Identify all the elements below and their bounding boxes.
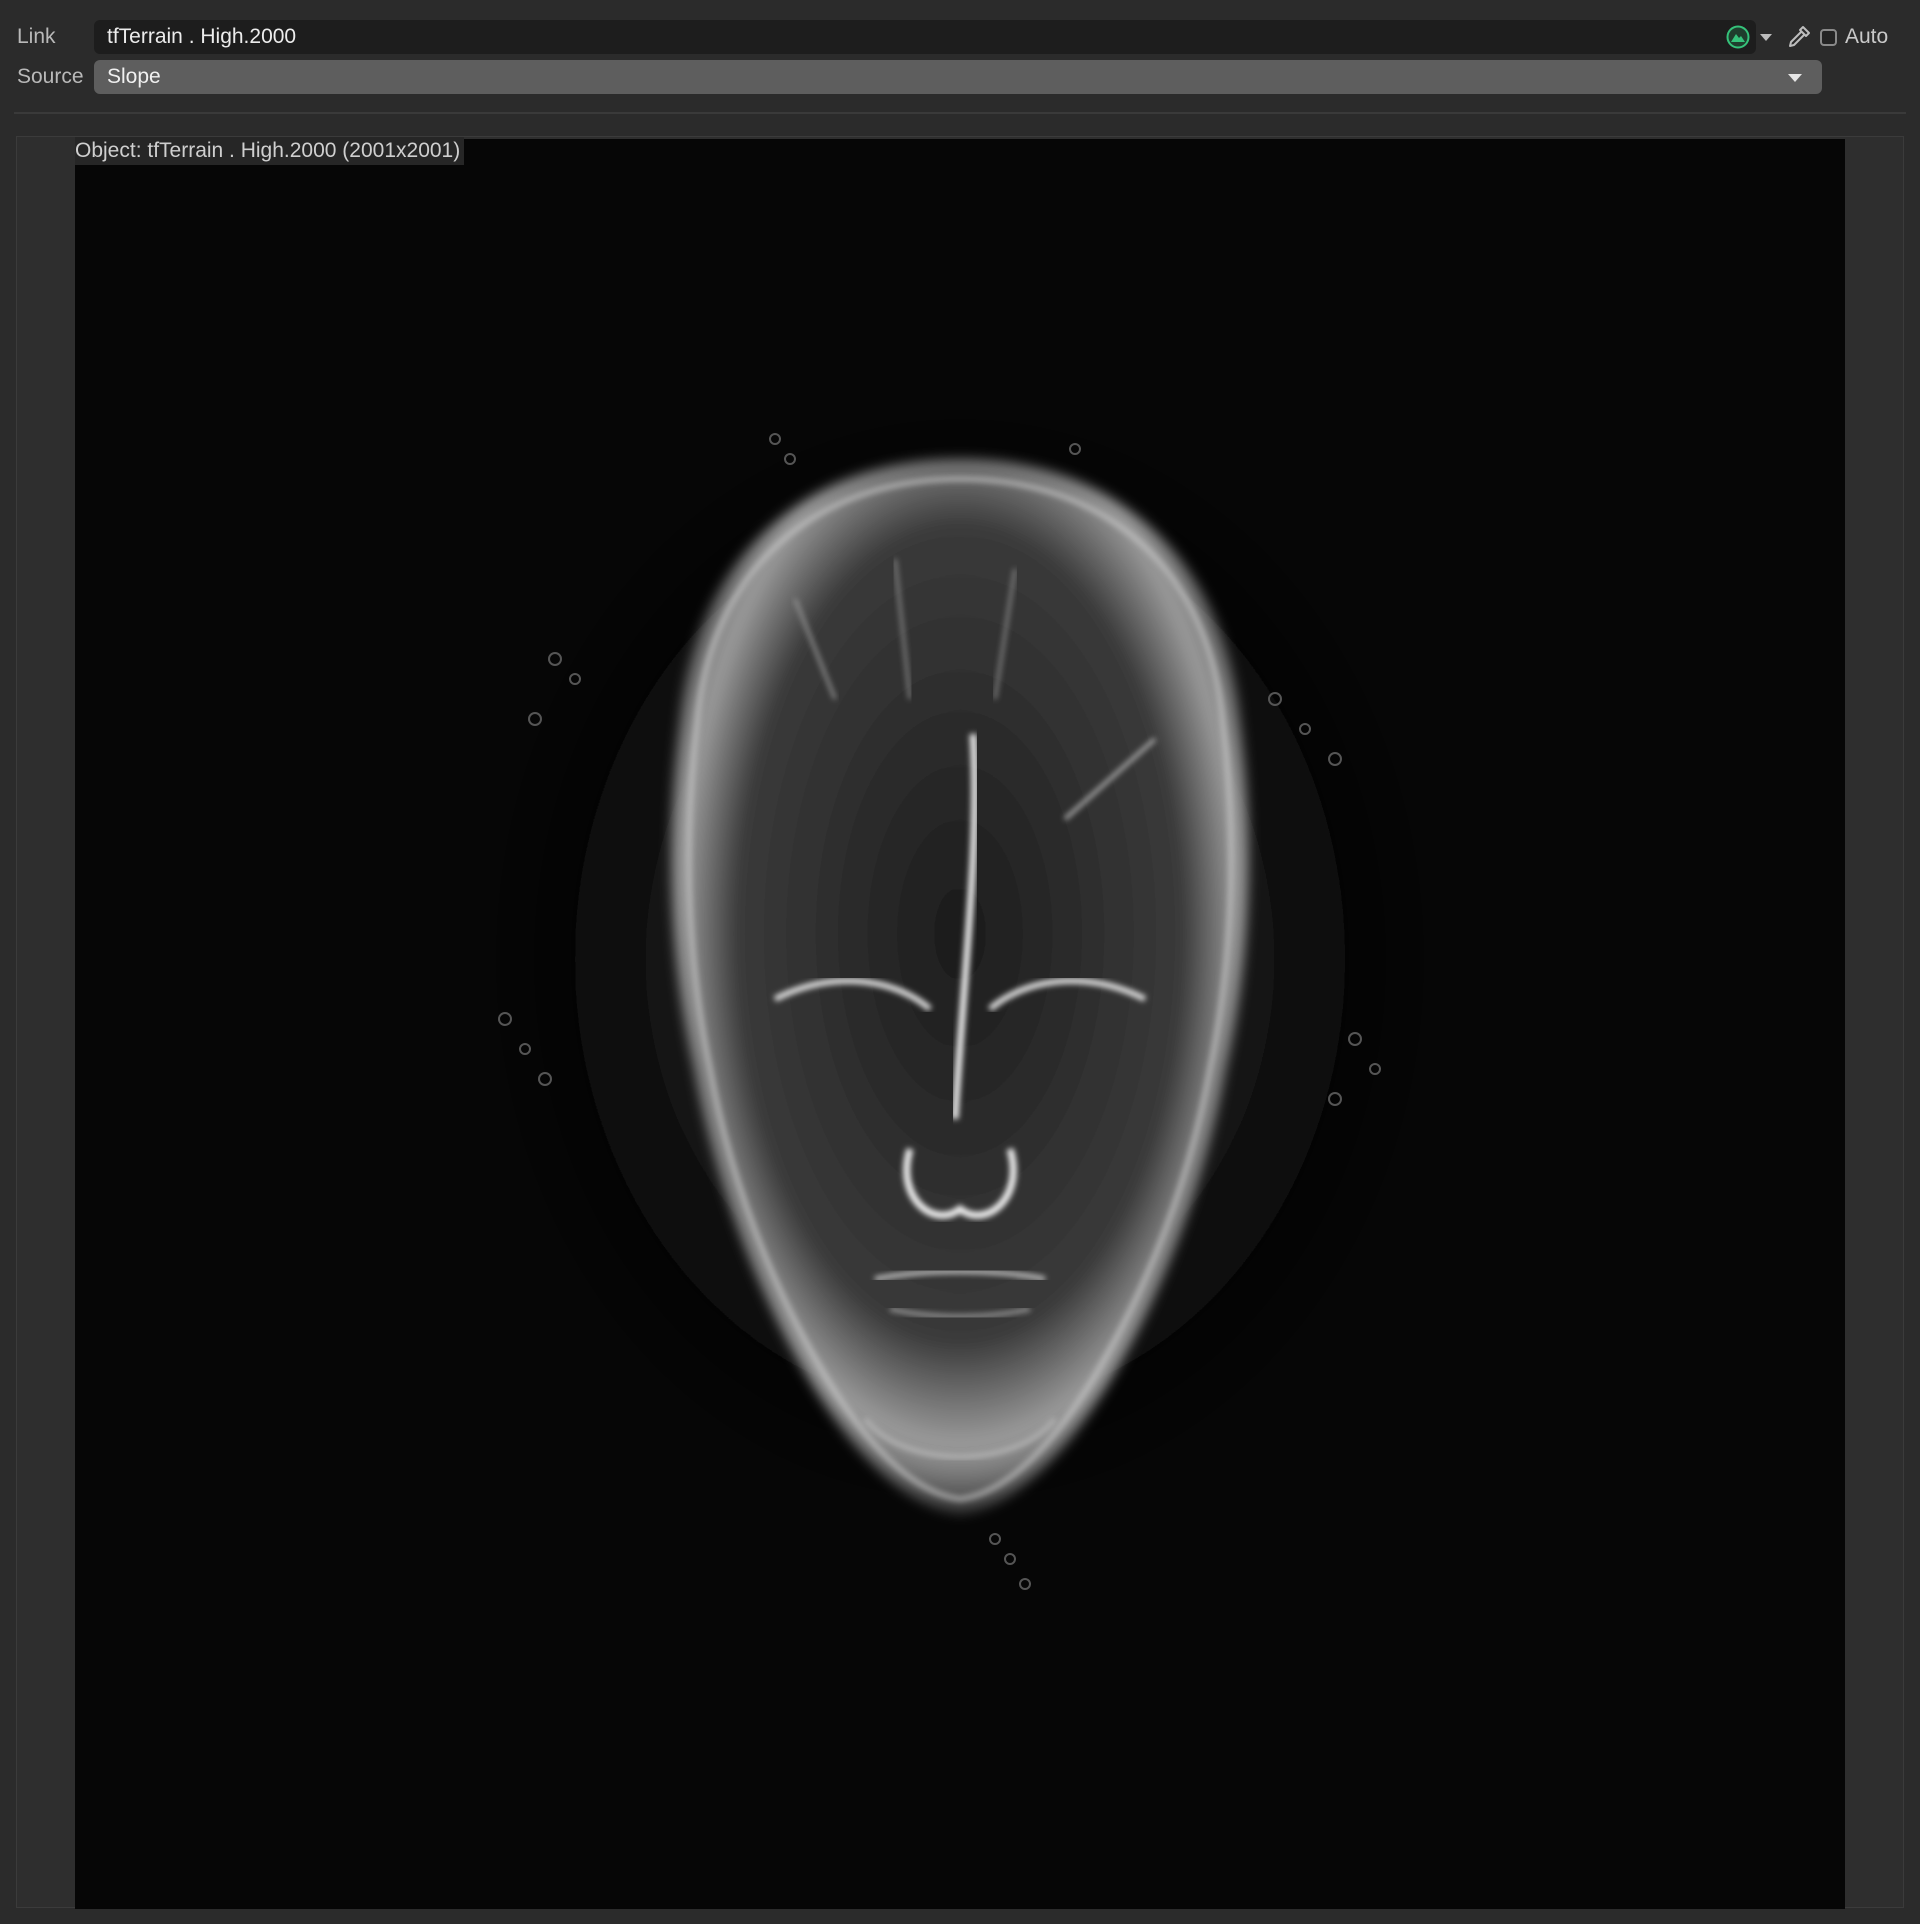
properties-panel: Link tfTerrain . High.2000 Auto Source S… (0, 0, 1920, 1924)
link-row: Link tfTerrain . High.2000 Auto (0, 20, 1920, 54)
link-dropdown-chevron-icon[interactable] (1760, 33, 1772, 41)
link-label: Link (17, 25, 56, 48)
source-label: Source (17, 65, 84, 88)
auto-checkbox[interactable] (1820, 28, 1837, 46)
link-tools: Auto (1726, 20, 1888, 54)
link-value: tfTerrain . High.2000 (107, 25, 297, 48)
object-caption: Object: tfTerrain . High.2000 (2001x2001… (75, 137, 465, 165)
slope-map-image[interactable] (75, 139, 1845, 1909)
section-divider (14, 112, 1906, 114)
source-value: Slope (107, 65, 161, 88)
chevron-down-icon[interactable] (1788, 74, 1802, 82)
source-row: Source Slope (0, 60, 1920, 94)
eyedropper-icon[interactable] (1786, 24, 1812, 50)
source-dropdown[interactable]: Slope (94, 60, 1822, 94)
globe-status-icon[interactable] (1726, 25, 1750, 49)
slope-map-face-image (480, 399, 1440, 1590)
link-field[interactable]: tfTerrain . High.2000 (94, 20, 1756, 54)
auto-label: Auto (1845, 25, 1889, 48)
